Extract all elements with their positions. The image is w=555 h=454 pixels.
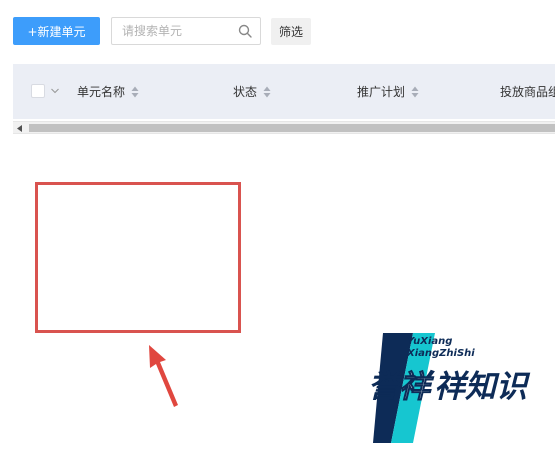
search-box <box>111 17 261 45</box>
sort-icon[interactable] <box>131 86 139 98</box>
table-header: 单元名称 状态 推广计划 投放商品组 <box>13 64 555 119</box>
column-header-product-group[interactable]: 投放商品组 <box>500 64 555 119</box>
new-unit-button[interactable]: +新建单元 <box>13 17 100 45</box>
watermark-logo: YuXiang XiangZhiShi 誉 祥 祥知识 <box>365 333 535 443</box>
annotation-highlight-box <box>35 182 241 333</box>
select-all-checkbox[interactable] <box>31 84 45 98</box>
scroll-left-arrow-icon[interactable] <box>17 125 22 132</box>
scrollbar-thumb[interactable] <box>29 124 555 132</box>
watermark-char-dark: 誉 <box>368 369 399 405</box>
watermark-text-line2: XiangZhiShi <box>407 348 475 359</box>
annotation-arrow-icon <box>149 345 178 407</box>
column-label: 单元名称 <box>77 85 126 99</box>
column-label: 状态 <box>233 85 258 99</box>
search-input[interactable] <box>112 18 232 44</box>
search-icon[interactable] <box>238 24 252 38</box>
filter-button[interactable]: 筛选 <box>271 18 311 45</box>
watermark-char-highlight: 祥 <box>399 369 431 406</box>
column-label: 推广计划 <box>357 85 406 99</box>
watermark-chars-rest: 祥知识 <box>434 369 527 405</box>
sort-icon[interactable] <box>411 86 419 98</box>
column-label: 投放商品组 <box>500 85 555 99</box>
sort-icon[interactable] <box>263 86 271 98</box>
column-header-status[interactable]: 状态 <box>233 64 271 119</box>
column-header-campaign[interactable]: 推广计划 <box>357 64 419 119</box>
watermark-text-line1: YuXiang <box>407 336 453 347</box>
chevron-down-icon[interactable] <box>51 88 59 94</box>
column-header-unit-name[interactable]: 单元名称 <box>77 64 139 119</box>
horizontal-scrollbar[interactable] <box>13 121 555 134</box>
toolbar: +新建单元 筛选 <box>0 0 555 64</box>
